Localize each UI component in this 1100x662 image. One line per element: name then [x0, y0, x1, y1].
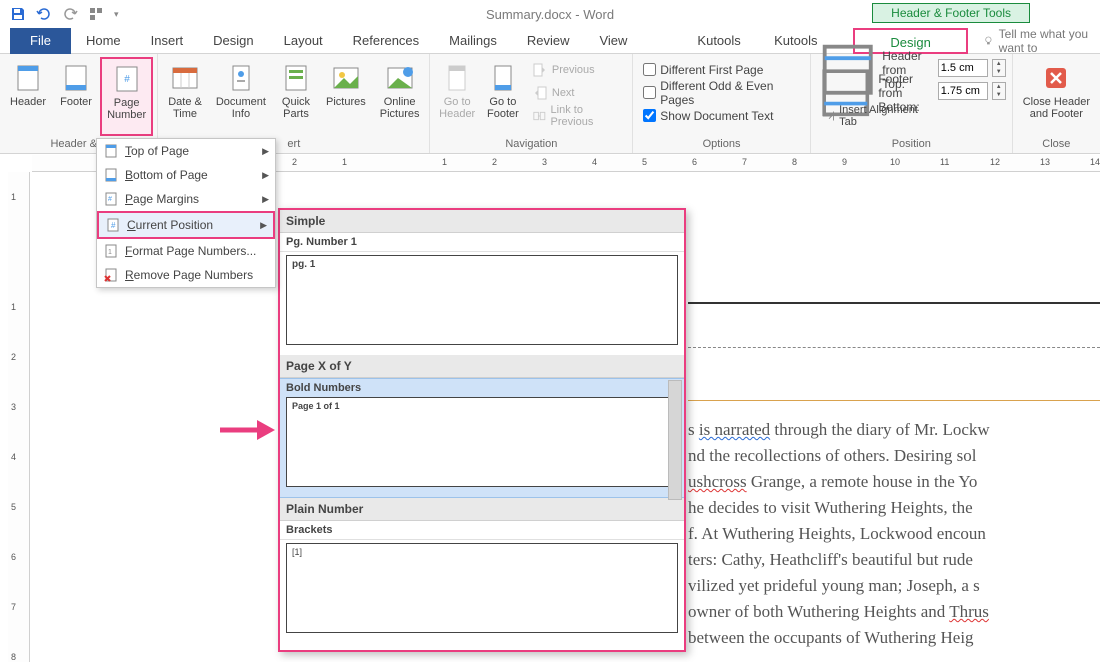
- page-margins-icon: #: [103, 191, 119, 207]
- qat-dropdown-icon[interactable]: ▾: [114, 9, 119, 20]
- goto-footer-button[interactable]: Go to Footer: [482, 57, 524, 136]
- tab-layout[interactable]: Layout: [269, 28, 338, 54]
- group-close: Close Header and Footer Close: [1013, 54, 1100, 153]
- document-info-button[interactable]: Document Info: [210, 57, 272, 136]
- goto-header-button[interactable]: Go to Header: [434, 57, 479, 136]
- group-label-position: Position: [815, 136, 1008, 153]
- group-position: Header from Top: Footer from Bottom: Ins…: [811, 54, 1013, 153]
- svg-text:#: #: [124, 74, 130, 85]
- gallery-head-simple: Simple: [280, 210, 684, 233]
- content-top-line: [688, 400, 1100, 401]
- online-pictures-button[interactable]: Online Pictures: [374, 57, 426, 136]
- bulb-icon: [983, 34, 994, 48]
- tab-insert[interactable]: Insert: [136, 28, 199, 54]
- link-previous-button[interactable]: Link to Previous: [528, 105, 626, 126]
- page-number-menu: Top of Page▶ Bottom of Page▶ # Page Marg…: [96, 138, 276, 288]
- gallery-scrollbar-thumb[interactable]: [668, 380, 682, 500]
- remove-page-numbers-icon: [103, 267, 119, 283]
- title-bar: ▾ Summary.docx - Word Header & Footer To…: [0, 0, 1100, 28]
- gallery-head-plain-number: Plain Number: [280, 498, 684, 521]
- page-top-icon: [103, 143, 119, 159]
- show-document-text-check[interactable]: Show Document Text: [639, 105, 804, 126]
- menu-top-of-page[interactable]: Top of Page▶: [97, 139, 275, 163]
- group-label-nav: Navigation: [434, 136, 628, 153]
- header-top-spinner[interactable]: ▲▼: [992, 59, 1006, 77]
- different-first-page-check[interactable]: Different First Page: [639, 59, 804, 80]
- menu-page-margins[interactable]: # Page Margins▶: [97, 187, 275, 211]
- gallery-preview-pg-1: pg. 1: [286, 255, 678, 345]
- header-boundary: [688, 347, 1100, 348]
- tell-me[interactable]: Tell me what you want to: [983, 27, 1100, 55]
- gallery-item-brackets[interactable]: Brackets: [280, 521, 684, 540]
- customize-qat-icon[interactable]: [88, 6, 104, 22]
- tab-strip: File Home Insert Design Layout Reference…: [0, 28, 1100, 54]
- page-bottom-icon: [103, 167, 119, 183]
- tab-references[interactable]: References: [338, 28, 434, 54]
- quick-access-toolbar: ▾: [0, 6, 119, 22]
- group-label-close: Close: [1017, 136, 1096, 153]
- close-header-footer-button[interactable]: Close Header and Footer: [1017, 57, 1096, 136]
- quick-parts-button[interactable]: Quick Parts: [274, 57, 318, 136]
- page-number-button[interactable]: # Page Number: [100, 57, 153, 136]
- tab-design[interactable]: Design: [198, 28, 268, 54]
- footer-bottom-spinner[interactable]: ▲▼: [992, 82, 1006, 100]
- pictures-button[interactable]: Pictures: [320, 57, 372, 136]
- context-tab-header-footer: Header & Footer Tools: [872, 3, 1030, 23]
- tab-home[interactable]: Home: [71, 28, 136, 54]
- footer-bottom-input[interactable]: [938, 82, 988, 100]
- footer-button[interactable]: Footer: [54, 57, 98, 136]
- next-button[interactable]: Next: [528, 82, 626, 103]
- gallery-preview-brackets: [1]: [286, 543, 678, 633]
- ruler-vertical: 1 12 34 56 78: [8, 172, 30, 662]
- save-icon[interactable]: [10, 6, 26, 22]
- tab-review[interactable]: Review: [512, 28, 585, 54]
- menu-format-page-numbers[interactable]: 1 Format Page Numbers...: [97, 239, 275, 263]
- format-page-numbers-icon: 1: [103, 243, 119, 259]
- page-number-gallery: Simple Pg. Number 1 pg. 1 Page X of Y Bo…: [278, 208, 686, 652]
- group-navigation: Go to Header Go to Footer Previous Next …: [430, 54, 633, 153]
- menu-bottom-of-page[interactable]: Bottom of Page▶: [97, 163, 275, 187]
- footer-from-bottom: Footer from Bottom:: [817, 82, 932, 103]
- gallery-item-bold-numbers[interactable]: Bold Numbers Page 1 of 1: [280, 378, 684, 498]
- document-text: s is narrated through the diary of Mr. L…: [688, 417, 1100, 651]
- svg-text:1: 1: [108, 249, 112, 256]
- svg-text:#: #: [111, 221, 116, 230]
- gallery-item-pg-number-1[interactable]: Pg. Number 1: [280, 233, 684, 252]
- header-top-input[interactable]: [938, 59, 988, 77]
- group-options: Different First Page Different Odd & Eve…: [633, 54, 811, 153]
- insert-alignment-tab-button[interactable]: Insert Alignment Tab: [817, 105, 932, 126]
- undo-icon[interactable]: [36, 6, 52, 22]
- document-title: Summary.docx - Word: [486, 7, 614, 22]
- tab-kutools[interactable]: Kutools ™: [682, 28, 759, 54]
- tab-mailings[interactable]: Mailings: [434, 28, 512, 54]
- redo-icon[interactable]: [62, 6, 78, 22]
- attention-arrow-icon: [215, 415, 275, 445]
- group-label-options: Options: [637, 136, 806, 153]
- different-odd-even-check[interactable]: Different Odd & Even Pages: [639, 82, 804, 103]
- previous-button[interactable]: Previous: [528, 59, 626, 80]
- menu-current-position[interactable]: # Current Position▶: [97, 211, 275, 239]
- tab-view[interactable]: View: [584, 28, 642, 54]
- date-time-button[interactable]: Date & Time: [162, 57, 208, 136]
- menu-remove-page-numbers[interactable]: Remove Page Numbers: [97, 263, 275, 287]
- header-line: [688, 302, 1100, 304]
- current-position-icon: #: [105, 217, 121, 233]
- tab-file[interactable]: File: [10, 28, 71, 54]
- header-button[interactable]: Header: [4, 57, 52, 136]
- svg-text:#: #: [108, 196, 112, 203]
- gallery-head-page-xy: Page X of Y: [280, 355, 684, 378]
